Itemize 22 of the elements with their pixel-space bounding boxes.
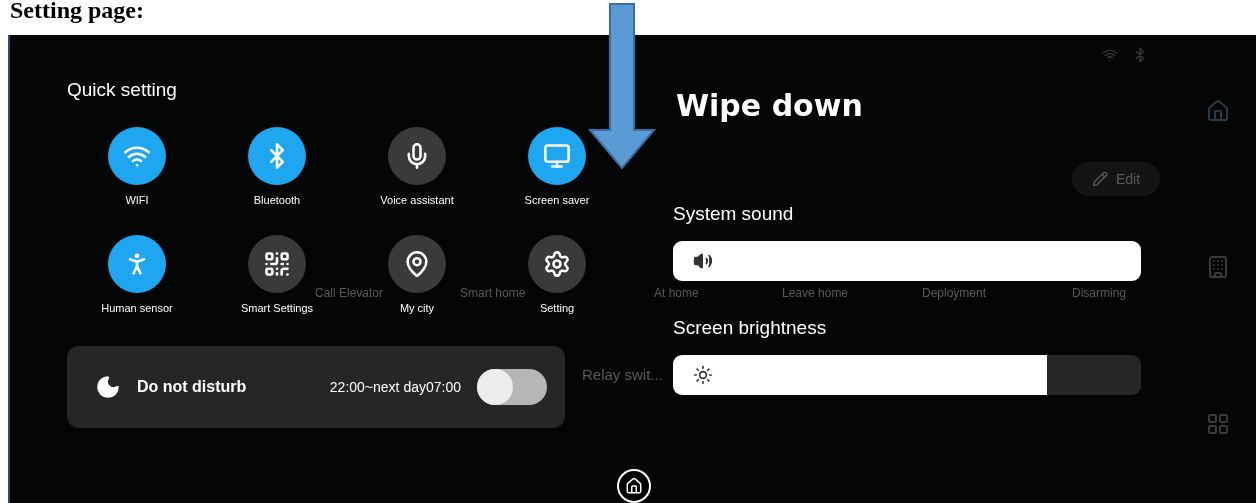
toggle-label: WIFI [125,194,149,206]
scene-label: Call Elevator [315,287,384,299]
scene-label: Smart home [460,287,526,299]
scene-label: Deployment [922,287,987,299]
panel-title: Quick setting [67,79,177,101]
dnd-schedule: 22:00~next day07:00 [329,379,461,395]
annotation-text: Wipe down [676,88,863,123]
toggle-label: Setting [539,302,575,314]
relay-label: Relay swit... [582,367,663,382]
scene-label: At home [654,287,699,299]
toggle-label: Human sensor [101,302,173,314]
toggle-label: Voice assistant [380,194,454,206]
edit-button[interactable]: Edit [1072,162,1160,196]
scene-label: Leave home [782,287,849,299]
slider-label: Screen brightness [673,317,827,339]
scene-label: Disarming [1072,287,1126,299]
dnd-label: Do not disturb [137,378,247,396]
toggle-label: Smart Settings [240,302,314,314]
slider-label: System sound [673,203,794,225]
toggle-label: My city [399,302,435,314]
toggle-label: Screen saver [524,194,590,206]
toggle-label: Bluetooth [253,194,301,206]
